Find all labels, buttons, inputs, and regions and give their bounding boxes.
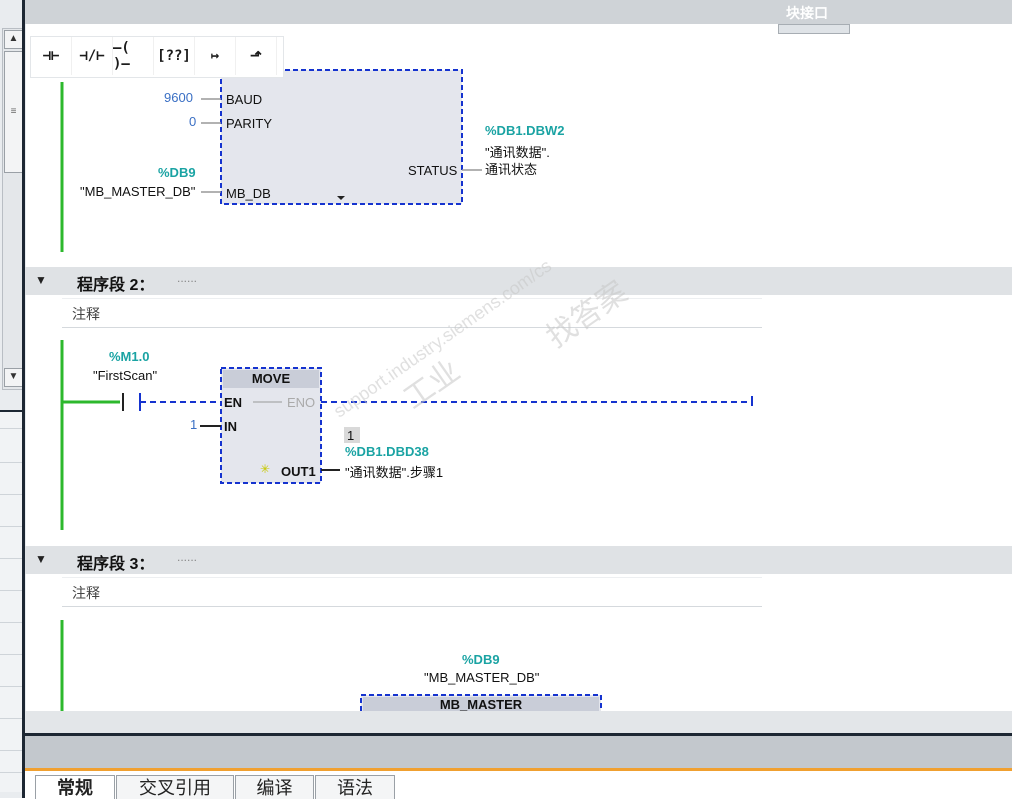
empty-box-icon[interactable]: [??] — [154, 37, 195, 75]
collapse-triangle-icon[interactable]: ▼ — [35, 552, 47, 566]
tab-general[interactable]: 常规 — [35, 775, 115, 799]
baud-pin: BAUD — [226, 92, 263, 107]
network-2-header[interactable]: ▼ 程序段 2： ...... — [25, 267, 1012, 295]
tab-syntax[interactable]: 语法 — [315, 775, 395, 799]
parity-pin: PARITY — [226, 116, 272, 131]
eno-pin: ENO — [287, 395, 316, 410]
contact-address[interactable]: %M1.0 — [109, 349, 149, 364]
mb-db-operand[interactable]: "MB_MASTER_DB" — [80, 184, 195, 199]
ladder-toolbar: ⊣⊢ ⊣/⊢ –( )– [??] ↦ ⬏ — [30, 36, 284, 78]
collapse-triangle-icon[interactable]: ▼ — [35, 273, 47, 287]
network-3-dots[interactable]: ...... — [177, 550, 197, 564]
tab-compile[interactable]: 编译 — [235, 775, 314, 799]
network-2-dots[interactable]: ...... — [177, 271, 197, 285]
tab-cross-reference[interactable]: 交叉引用 — [116, 775, 234, 799]
open-branch-icon[interactable]: ↦ — [195, 37, 236, 75]
mb-master-title: MB_MASTER — [439, 697, 523, 712]
out-pin: OUT1 — [281, 464, 316, 479]
network-3-comment-text: 注释 — [72, 585, 100, 601]
out-monitor-value: 1 — [347, 428, 355, 443]
mb-master-box-1 — [220, 69, 463, 205]
move-title: MOVE — [251, 371, 291, 386]
out-address[interactable]: %DB1.DBD38 — [345, 444, 429, 459]
sparkle-icon: ✳ — [260, 462, 271, 476]
status-operand-2[interactable]: 通讯状态 — [485, 159, 537, 178]
network-3-header[interactable]: ▼ 程序段 3： ...... — [25, 546, 1012, 574]
in-pin: IN — [224, 419, 237, 434]
coil-icon[interactable]: –( )– — [113, 37, 154, 75]
network-3-title: 程序段 3： — [77, 556, 155, 573]
close-branch-icon[interactable]: ⬏ — [236, 37, 277, 75]
parity-value[interactable]: 0 — [189, 114, 196, 129]
status-pin: STATUS — [408, 163, 458, 178]
inspector-header — [25, 736, 1012, 768]
normally-open-contact-icon[interactable]: ⊣⊢ — [31, 37, 72, 75]
network-2-comment[interactable]: 注释 — [62, 298, 762, 328]
mb-db-address[interactable]: %DB9 — [158, 165, 196, 180]
contact-operand[interactable]: "FirstScan" — [93, 368, 157, 383]
db-address[interactable]: %DB9 — [462, 652, 500, 667]
normally-closed-contact-icon[interactable]: ⊣/⊢ — [72, 37, 113, 75]
status-address[interactable]: %DB1.DBW2 — [485, 123, 564, 138]
in-value[interactable]: 1 — [190, 417, 197, 432]
db-operand[interactable]: "MB_MASTER_DB" — [424, 670, 539, 685]
network-2-title: 程序段 2： — [77, 277, 155, 294]
en-pin: EN — [224, 395, 243, 410]
baud-value[interactable]: 9600 — [164, 90, 193, 105]
network-2-comment-text: 注释 — [72, 306, 100, 322]
out-operand[interactable]: "通讯数据".步骤1 — [345, 462, 443, 481]
mb-db-pin: MB_DB — [226, 186, 271, 201]
editor-bottom-strip — [25, 711, 1012, 735]
network-3-comment[interactable]: 注释 — [62, 577, 762, 607]
